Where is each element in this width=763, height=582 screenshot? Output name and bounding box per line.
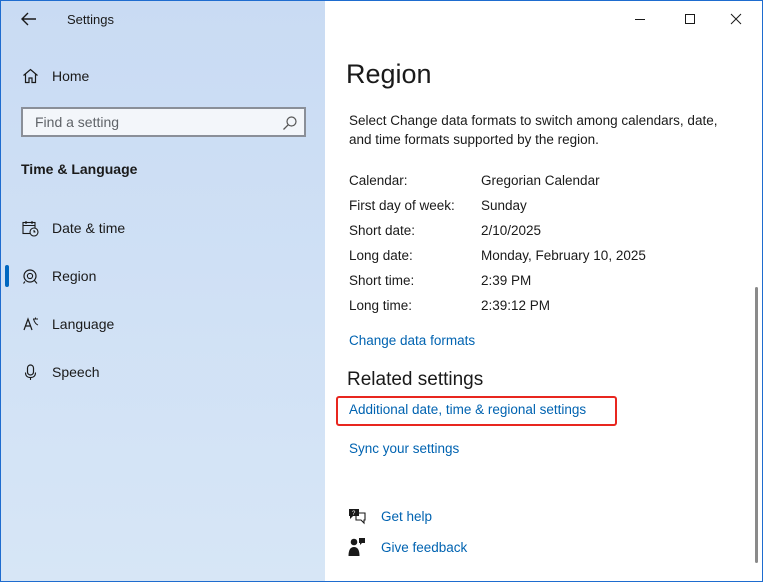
format-label: First day of week: (349, 198, 455, 213)
give-feedback-link[interactable]: Give feedback (381, 540, 467, 555)
format-row-long-date: Long date: Monday, February 10, 2025 (349, 248, 729, 268)
back-button[interactable] (13, 7, 45, 31)
app-title: Settings (67, 12, 114, 27)
format-row-short-date: Short date: 2/10/2025 (349, 223, 729, 243)
sidebar-item-label: Speech (52, 364, 100, 380)
sidebar-item-region[interactable]: Region (1, 256, 325, 296)
sidebar-item-label: Date & time (52, 220, 126, 236)
format-label: Calendar: (349, 173, 408, 188)
calendar-clock-icon (21, 219, 39, 237)
feedback-icon (347, 537, 367, 557)
settings-window: Settings Home Time & Language (0, 0, 763, 582)
section-title: Time & Language (21, 161, 138, 177)
sidebar-item-label: Region (52, 268, 97, 284)
search-input[interactable] (33, 113, 277, 131)
sidebar-item-home[interactable]: Home (1, 56, 325, 96)
search-icon[interactable] (282, 115, 298, 131)
page-description: Select Change data formats to switch amo… (349, 113, 718, 147)
get-help-item: ? Get help (347, 504, 432, 528)
format-label: Short time: (349, 273, 415, 288)
language-icon (21, 315, 39, 333)
sync-settings-link[interactable]: Sync your settings (349, 441, 459, 456)
format-value: Monday, February 10, 2025 (481, 248, 646, 263)
back-arrow-icon (21, 12, 36, 26)
selected-indicator (5, 265, 9, 287)
format-value: Gregorian Calendar (481, 173, 600, 188)
format-row-calendar: Calendar: Gregorian Calendar (349, 173, 729, 193)
format-row-first-day: First day of week: Sunday (349, 198, 729, 218)
help-chat-icon: ? (347, 506, 367, 526)
search-box (21, 107, 306, 137)
format-row-short-time: Short time: 2:39 PM (349, 273, 729, 293)
related-settings-heading: Related settings (347, 369, 484, 390)
home-icon (21, 67, 39, 85)
format-value: Sunday (481, 198, 527, 213)
scrollbar[interactable] (755, 287, 758, 563)
format-value: 2/10/2025 (481, 223, 542, 238)
additional-regional-settings-link[interactable]: Additional date, time & regional setting… (349, 402, 586, 417)
format-value: 2:39 PM (481, 273, 532, 288)
format-label: Short date: (349, 223, 416, 238)
sidebar-item-label: Language (52, 316, 115, 332)
sidebar-item-language[interactable]: Language (1, 304, 325, 344)
format-row-long-time: Long time: 2:39:12 PM (349, 298, 729, 318)
page-title: Region (346, 59, 432, 89)
format-label: Long time: (349, 298, 413, 313)
give-feedback-item: Give feedback (347, 535, 467, 559)
sidebar: Settings Home Time & Language (1, 1, 325, 581)
content-pane: Region Select Change data formats to swi… (325, 1, 762, 581)
get-help-link[interactable]: Get help (381, 509, 432, 524)
globe-icon (21, 267, 39, 285)
change-data-formats-link[interactable]: Change data formats (349, 333, 475, 348)
sidebar-item-label: Home (52, 68, 90, 84)
sidebar-item-date-time[interactable]: Date & time (1, 208, 325, 248)
microphone-icon (21, 363, 39, 381)
format-label: Long date: (349, 248, 413, 263)
sidebar-item-speech[interactable]: Speech (1, 352, 325, 392)
format-value: 2:39:12 PM (481, 298, 551, 313)
